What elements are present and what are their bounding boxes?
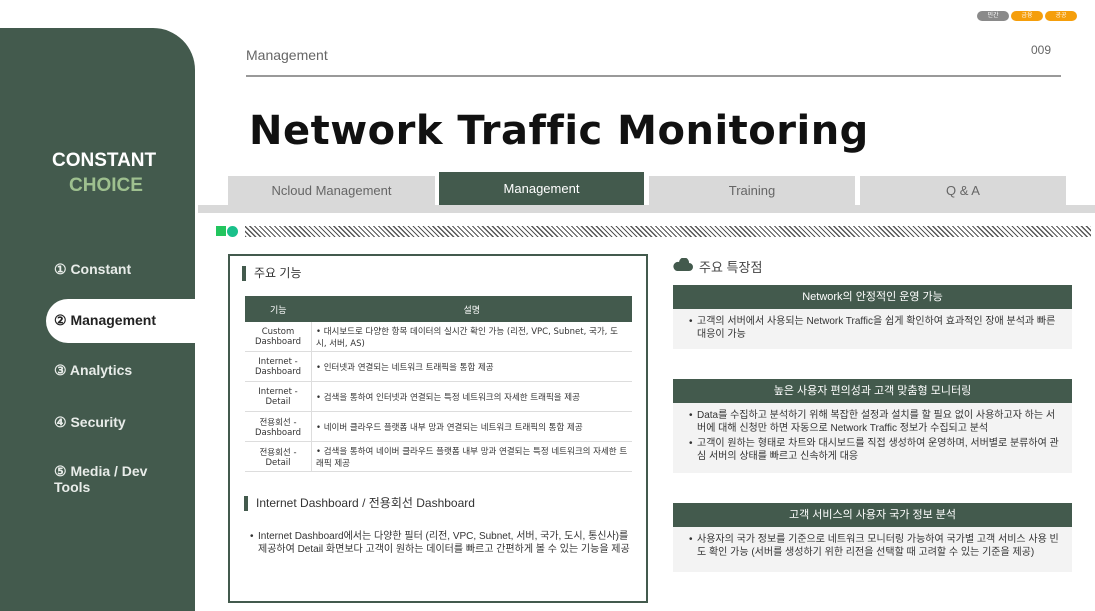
sidebar-item-management[interactable]: ② Management [46,299,206,343]
logo-line2: CHOICE [69,175,143,196]
tab-strip [198,205,1095,213]
tab-qa[interactable]: Q & A [860,176,1066,206]
page-number: 009 [1031,43,1052,57]
table-row: Internet - Dashboard • 인터넷과 연결되는 네트워크 트래픽… [245,351,632,382]
feature-name: Internet - Dashboard [245,351,312,382]
sidebar-item-security[interactable]: ④ Security [54,414,126,430]
features-table: 기능 설명 Custom Dashboard • 대시보드로 다양한 항목 데이터… [245,296,632,472]
table-row: Custom Dashboard • 대시보드로 다양한 항목 데이터의 실시간 … [245,322,632,352]
card-bullet: 고객의 서버에서 사용되는 Network Traffic을 쉽게 확인하여 효… [689,315,1060,341]
dashboard-description: Internet Dashboard에서는 다양한 필터 (리전, VPC, S… [250,530,635,556]
table-row: 전용회선 - Detail • 검색을 통하여 네이버 클라우드 플랫폼 내부 망… [245,441,632,472]
page-title: Network Traffic Monitoring [249,108,869,154]
table-header-description: 설명 [311,296,632,322]
card-body-custom-monitoring: Data를 수집하고 분석하기 위해 복잡한 설정과 설치를 할 필요 없이 사… [673,403,1072,473]
feature-description: • 네이버 클라우드 플랫폼 내부 망과 연결되는 네트워크 트래픽의 통합 제… [311,411,632,442]
hatched-divider [245,226,1091,237]
feature-name: Custom Dashboard [245,322,312,352]
feature-name: 전용회선 - Dashboard [245,411,312,442]
square-icon [216,226,226,236]
table-row: Internet - Detail • 검색을 통하여 인터넷과 연결되는 특정 … [245,381,632,412]
header-divider [246,75,1061,77]
section-title-features: 주요 기능 [242,266,302,281]
sidebar-item-media-dev-tools[interactable]: ⑤ Media / Dev Tools [54,463,174,495]
sidebar-item-label: ② Management [54,312,157,328]
feature-description: • 검색을 통하여 네이버 클라우드 플랫폼 내부 망과 연결되는 특정 네트워… [311,441,632,472]
card-bullet: Data를 수집하고 분석하기 위해 복잡한 설정과 설치를 할 필요 없이 사… [689,409,1060,435]
card-heading-country-analysis: 고객 서비스의 사용자 국가 정보 분석 [673,503,1072,527]
sidebar-item-analytics[interactable]: ③ Analytics [54,362,132,378]
badge-private: 민간 [977,11,1009,21]
feature-description: • 인터넷과 연결되는 네트워크 트래픽을 통합 제공 [311,351,632,382]
table-row: 전용회선 - Dashboard • 네이버 클라우드 플랫폼 내부 망과 연결되… [245,411,632,442]
cloud-icon [673,258,693,271]
card-body-network-stability: 고객의 서버에서 사용되는 Network Traffic을 쉽게 확인하여 효… [673,309,1072,349]
table-header-feature: 기능 [245,296,312,322]
card-bullet: 고객이 원하는 형태로 차트와 대시보드를 직접 생성하여 운영하며, 서버별로… [689,437,1060,463]
dashboard-description-text: Internet Dashboard에서는 다양한 필터 (리전, VPC, S… [250,530,635,556]
feature-name: Internet - Detail [245,381,312,412]
table-header-row: 기능 설명 [245,296,632,322]
card-bullet: 사용자의 국가 정보를 기준으로 네트워크 모니터링 가능하여 국가별 고객 서… [689,533,1060,559]
badge-finance: 금융 [1011,11,1043,21]
circle-icon [227,226,238,237]
tab-training[interactable]: Training [649,176,855,206]
card-heading-custom-monitoring: 높은 사용자 편의성과 고객 맞춤형 모니터링 [673,379,1072,403]
section-title-dashboard: Internet Dashboard / 전용회선 Dashboard [244,496,475,511]
logo-line1: CONSTANT [52,150,157,171]
feature-description: • 대시보드로 다양한 항목 데이터의 실시간 확인 가능 (리전, VPC, … [311,322,632,352]
card-body-country-analysis: 사용자의 국가 정보를 기준으로 네트워크 모니터링 가능하여 국가별 고객 서… [673,527,1072,572]
badge-public: 공공 [1045,11,1077,21]
card-heading-network-stability: Network의 안정적인 운영 가능 [673,285,1072,309]
badge-group: 민간 금융 공공 [977,2,1079,21]
tab-management[interactable]: Management [439,172,644,205]
breadcrumb: Management [246,47,328,63]
tab-ncloud-management[interactable]: Ncloud Management [228,176,435,206]
sidebar-item-constant[interactable]: ① Constant [54,261,131,277]
right-section-title: 주요 특장점 [699,260,763,275]
feature-description: • 검색을 통하여 인터넷과 연결되는 특정 네트워크의 자세한 트래픽을 제공 [311,381,632,412]
feature-name: 전용회선 - Detail [245,441,312,472]
